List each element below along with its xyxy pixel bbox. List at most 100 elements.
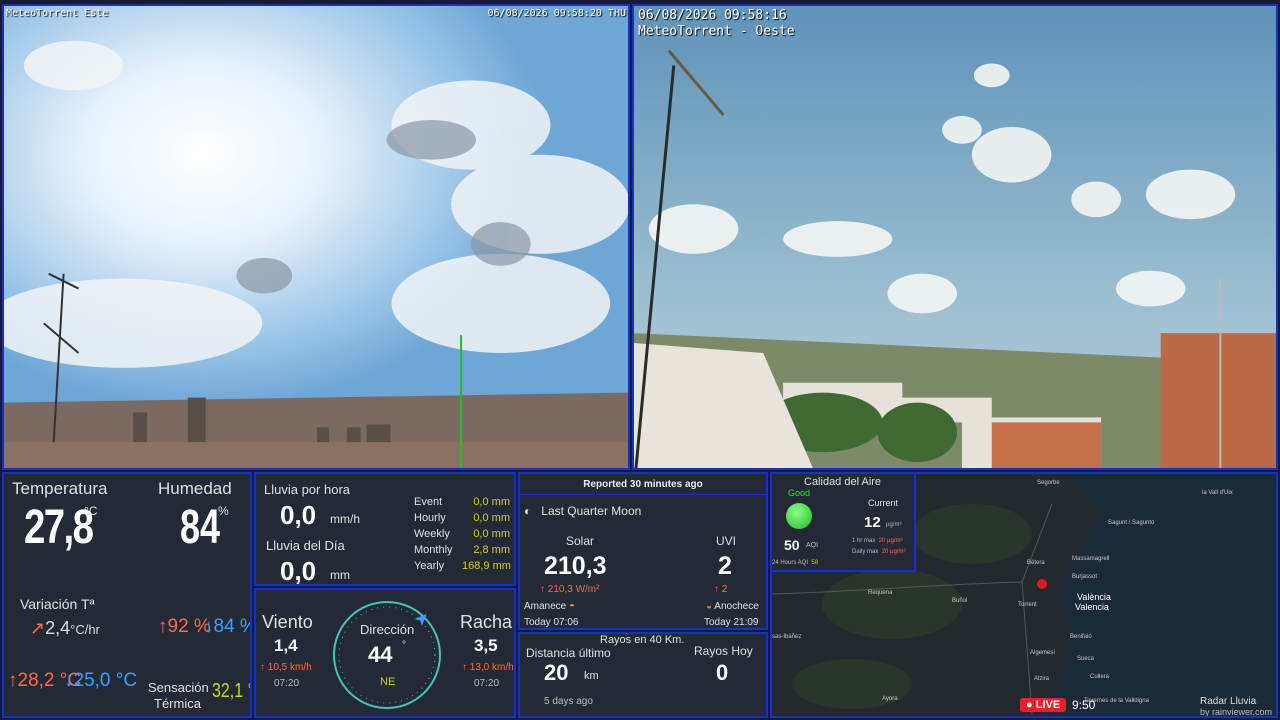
viento-value: 1,4 [274,636,298,655]
distancia-ago: 5 days ago [544,696,593,707]
rain-stat-value: 0,0 mm [473,512,510,524]
aqi-unit: AQI [806,542,819,549]
radar-place-label: Massamagrell [1072,556,1110,562]
sensacion-value: 32,1 °C [212,680,250,702]
viento-time: 07:20 [274,678,300,689]
radar-place-label: Requena [868,590,893,596]
radar-place-label: Sagunt / Sagunto [1108,520,1155,526]
solar-value: 210,3 [544,552,607,580]
racha-label: Racha [460,612,513,632]
rayos-hoy-label: Rayos Hoy [694,644,753,658]
aqi-value: 50 [784,537,800,553]
sunrise-icon: ◓ [569,601,576,612]
temperatura-value: 27,8 [24,501,94,554]
solar-max: ↑ 210,3 W/m² [540,584,600,595]
live-dot-icon: ● [1026,699,1033,711]
humedad-max: ↑92 % [158,616,211,637]
wind-panel: Viento 1,4 ↑ 10,5 km/h 07:20 Dirección 4… [254,588,516,718]
rain-stat-value: 0,0 mm [473,496,510,508]
sunset-icon: ◒ [706,601,713,612]
camera-west-timestamp: 06/08/2026 09:58:16 [638,8,787,23]
temp-min: ↓25,0 °C [64,670,138,691]
direccion-cardinal: NE [380,676,396,688]
lluvia-dia-value: 0,0 [280,556,317,586]
arrow-up-icon: ↑ [714,584,719,595]
camera-east: MeteoTorrent Este 06/08/2026 09:58:20 TH… [2,4,630,470]
rain-stat-label: Event [414,496,443,508]
camera-west-name: MeteoTorrent - Oeste [638,24,795,39]
radar-place-label: Ayora [882,696,898,702]
arrow-up-icon: ↑ [158,616,168,637]
reported-time: Reported 30 minutes ago [583,479,703,490]
radar-place-label: sas-Ibáñez [772,634,802,640]
variacion-label: Variación Tª [20,596,95,612]
variacion-unit: °C/hr [70,622,100,637]
arrow-up-icon: ↑ [540,584,545,595]
radar-place-label: Cullera [1090,674,1110,680]
direccion-label: Dirección [360,622,415,637]
anochece: ◒ Anochece [706,601,759,612]
racha-max: ↑ 13,0 km/h [462,662,514,673]
radar-place-label: València [1077,592,1111,602]
humedad-label: Humedad [158,479,232,498]
sensacion-label-2: Térmica [154,696,201,711]
distancia-label: Distancia último [526,646,611,660]
arrow-up-icon: ↑ [462,662,467,673]
viento-label: Viento [262,612,313,632]
radar-place-label: Alzira [1034,676,1050,682]
lightning-panel: Rayos en 40 Km. Distancia último 20 km 5… [518,632,768,718]
radar-credit-1: Radar Lluvia [1200,696,1257,707]
air-quality-indicator-icon [786,503,812,529]
uvi-value: 2 [718,552,732,580]
radar-place-label: Bétera [1027,560,1045,566]
arrow-down-icon: ↓ [64,670,74,691]
lluvia-dia-unit: mm [330,568,350,582]
rain-stat-value: 168,9 mm [462,560,511,572]
camera-west-image [634,6,1276,468]
distancia-value: 20 [544,660,569,685]
sensacion-label-1: Sensación [148,680,209,695]
arrow-up-icon: ↑ [8,670,18,691]
lluvia-hora-label: Lluvia por hora [264,482,350,497]
radar-time: 9:50 [1072,698,1096,712]
current-unit: µg/m³ [886,522,902,528]
racha-time: 07:20 [474,678,500,689]
variacion-row: ↗2,4°C/hr [30,618,100,639]
radar-place-label: Segorbe [1037,480,1060,486]
lluvia-dia-label: Lluvia del Día [266,538,345,553]
lluvia-hora-unit: mm/h [330,512,360,526]
rain-stat-value: 0,0 mm [473,528,510,540]
radar-place-label: Valencia [1075,602,1109,612]
solar-label: Solar [566,534,595,548]
variacion-value: 2,4 [45,618,71,638]
radar-place-label: Benifaió [1070,634,1092,640]
arrow-up-icon: ↑ [260,662,265,673]
solar-panel: Reported 30 minutes ago ◐ Last Quarter M… [518,472,768,630]
amanece: Amanece ◓ [524,601,576,612]
live-badge: ● LIVE [1020,698,1067,712]
radar-place-label: Algemesí [1030,650,1056,656]
lluvia-hora-value: 0,0 [280,500,317,530]
radar-place-label: Burjassot [1072,574,1098,580]
temperature-panel: Temperatura 27,8 °C Humedad 84 % Variaci… [2,472,252,718]
air-status: Good [788,488,811,498]
radar-place-label: Buñol [952,598,968,604]
direccion-value: 44 [368,642,393,667]
rain-stat-label: Yearly [414,560,445,572]
air-quality-panel: Calidad del Aire Good 50 AQI 24 Hours AQ… [770,472,916,572]
daily-max: Daily max 20 µg/m³ [852,549,906,555]
radar-credit-2: by rainviewer.com [1200,707,1273,717]
lightning-title: Rayos en 40 Km. [600,634,685,646]
camera-west: 06/08/2026 09:58:16 MeteoTorrent - Oeste [632,4,1278,470]
rain-panel: Lluvia por hora 0,0 mm/h Lluvia del Día … [254,472,516,586]
direccion-unit: ° [402,640,406,651]
humedad-value: 84 [180,501,221,554]
hr1-max: 1 hr max 20 µg/m³ [852,538,903,544]
uvi-max: ↑ 2 [714,584,728,595]
aqi24: 24 Hours AQI 58 [772,560,819,566]
rain-stat-value: 2,8 mm [473,544,510,556]
current-label: Current [868,498,899,508]
anochece-time: Today 21:09 [704,617,759,628]
rain-stat-label: Weekly [414,528,450,540]
distancia-unit: km [584,670,599,682]
